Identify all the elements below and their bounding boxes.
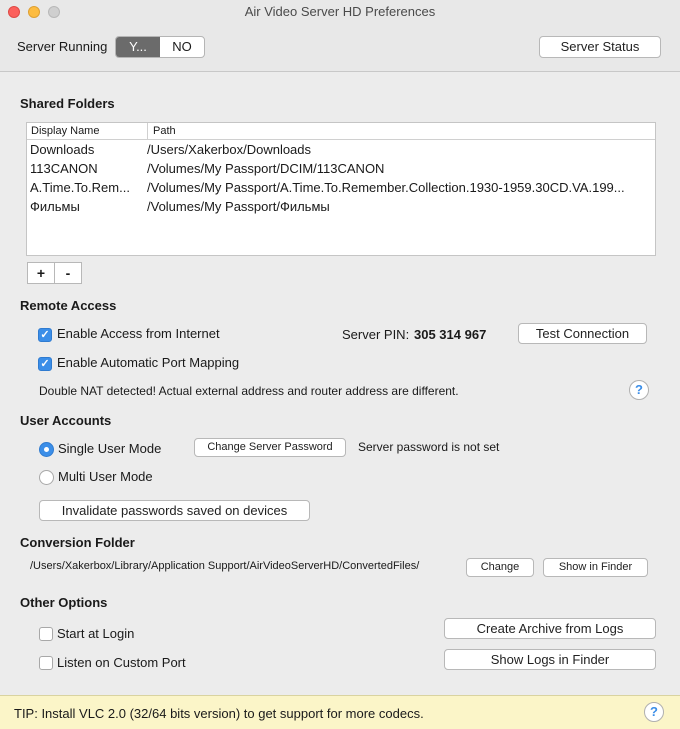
- zoom-window-button[interactable]: [48, 6, 60, 18]
- custom-port-label[interactable]: Listen on Custom Port: [57, 655, 186, 670]
- remote-access-heading: Remote Access: [20, 298, 117, 313]
- conversion-folder-path: /Users/Xakerbox/Library/Application Supp…: [30, 560, 420, 572]
- column-header-path[interactable]: Path: [147, 123, 647, 140]
- table-row[interactable]: Фильмы /Volumes/My Passport/Фильмы: [27, 197, 655, 216]
- server-pin-label: Server PIN:: [342, 327, 410, 342]
- row-path: /Volumes/My Passport/DCIM/113CANON: [147, 161, 385, 176]
- enable-port-mapping-checkbox[interactable]: ✓: [38, 357, 52, 371]
- custom-port-checkbox[interactable]: [39, 656, 53, 670]
- table-row[interactable]: A.Time.To.Rem... /Volumes/My Passport/A.…: [27, 178, 655, 197]
- window-title: Air Video Server HD Preferences: [244, 4, 436, 19]
- table-row[interactable]: 113CANON /Volumes/My Passport/DCIM/113CA…: [27, 159, 655, 178]
- conversion-folder-heading: Conversion Folder: [20, 535, 135, 550]
- tip-help-icon[interactable]: ?: [644, 702, 664, 722]
- multi-user-radio[interactable]: [39, 470, 54, 485]
- close-window-button[interactable]: [8, 6, 20, 18]
- row-display-name: Downloads: [30, 142, 95, 157]
- server-running-label: Server Running: [17, 39, 108, 54]
- server-running-no[interactable]: NO: [160, 37, 204, 57]
- show-logs-in-finder-button[interactable]: Show Logs in Finder: [444, 649, 656, 670]
- add-folder-button[interactable]: +: [27, 262, 55, 284]
- tip-text: TIP: Install VLC 2.0 (32/64 bits version…: [14, 706, 424, 721]
- server-running-yes[interactable]: Y...: [116, 37, 160, 57]
- multi-user-label[interactable]: Multi User Mode: [58, 469, 153, 484]
- start-at-login-checkbox[interactable]: [39, 627, 53, 641]
- remote-access-help-icon[interactable]: ?: [629, 380, 649, 400]
- column-header-display-name[interactable]: Display Name: [31, 123, 99, 139]
- row-display-name: 113CANON: [30, 161, 98, 176]
- invalidate-passwords-button[interactable]: Invalidate passwords saved on devices: [39, 500, 310, 521]
- row-display-name: Фильмы: [30, 199, 80, 214]
- row-path: /Volumes/My Passport/A.Time.To.Remember.…: [147, 180, 625, 195]
- table-row[interactable]: Downloads /Users/Xakerbox/Downloads: [27, 140, 655, 159]
- enable-port-mapping-label[interactable]: Enable Automatic Port Mapping: [57, 355, 239, 370]
- single-user-label[interactable]: Single User Mode: [58, 441, 161, 456]
- nat-message: Double NAT detected! Actual external add…: [39, 384, 459, 398]
- single-user-radio[interactable]: [39, 442, 54, 457]
- toolbar: Server Running Y... NO Server Status: [0, 24, 680, 72]
- row-display-name: A.Time.To.Rem...: [30, 180, 130, 195]
- remove-folder-button[interactable]: -: [54, 262, 82, 284]
- row-path: /Volumes/My Passport/Фильмы: [147, 199, 330, 214]
- password-status-text: Server password is not set: [358, 440, 500, 454]
- title-bar: Air Video Server HD Preferences: [0, 0, 680, 24]
- show-in-finder-button[interactable]: Show in Finder: [543, 558, 648, 577]
- server-status-button[interactable]: Server Status: [539, 36, 661, 58]
- table-header: Display Name Path: [27, 123, 655, 140]
- user-accounts-heading: User Accounts: [20, 413, 112, 428]
- shared-folders-table[interactable]: Display Name Path Downloads /Users/Xaker…: [26, 122, 656, 256]
- enable-internet-checkbox[interactable]: ✓: [38, 328, 52, 342]
- change-folder-button[interactable]: Change: [466, 558, 534, 577]
- enable-internet-label[interactable]: Enable Access from Internet: [57, 326, 220, 341]
- server-running-toggle[interactable]: Y... NO: [115, 36, 205, 58]
- tip-bar: TIP: Install VLC 2.0 (32/64 bits version…: [0, 695, 680, 729]
- change-server-password-button[interactable]: Change Server Password: [194, 438, 346, 457]
- server-pin-value: 305 314 967: [414, 327, 487, 342]
- minimize-window-button[interactable]: [28, 6, 40, 18]
- other-options-heading: Other Options: [20, 595, 108, 610]
- row-path: /Users/Xakerbox/Downloads: [147, 142, 312, 157]
- test-connection-button[interactable]: Test Connection: [518, 323, 647, 344]
- create-archive-from-logs-button[interactable]: Create Archive from Logs: [444, 618, 656, 639]
- start-at-login-label[interactable]: Start at Login: [57, 626, 134, 641]
- shared-folders-heading: Shared Folders: [20, 96, 115, 111]
